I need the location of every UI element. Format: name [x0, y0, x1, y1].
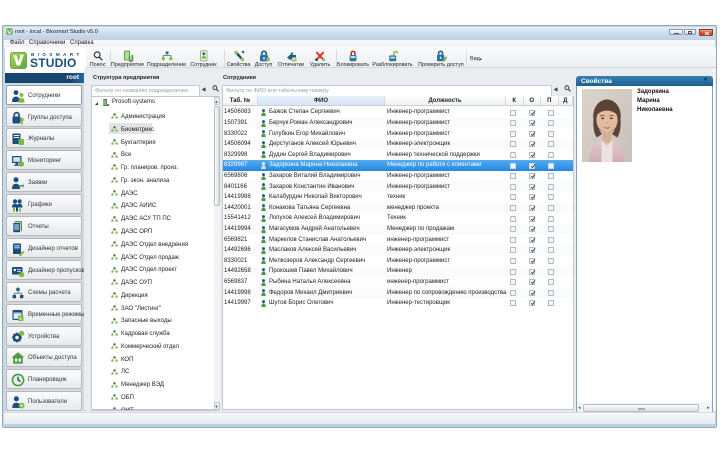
svg-text:5: 5	[19, 315, 22, 320]
